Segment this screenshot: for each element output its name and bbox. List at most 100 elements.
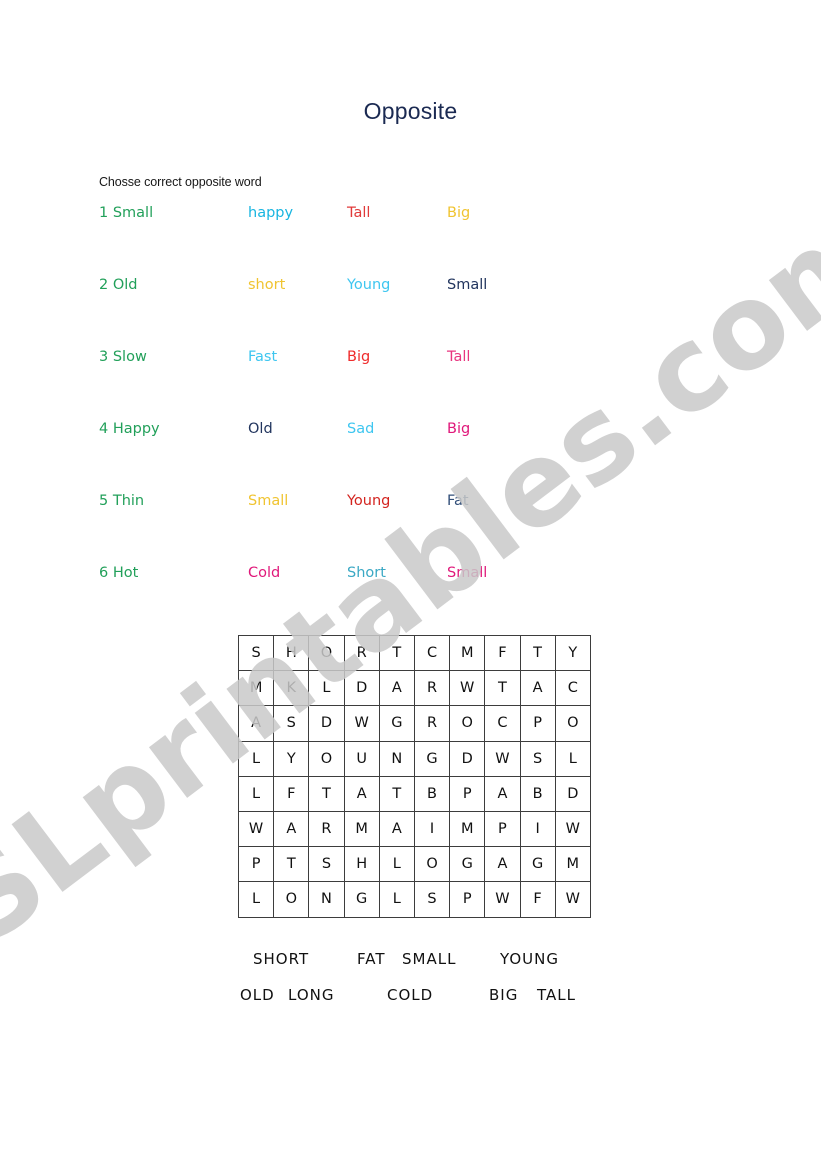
word-search-cell[interactable]: D xyxy=(308,705,345,742)
word-search-cell[interactable]: T xyxy=(378,634,415,672)
word-search-cell[interactable]: A xyxy=(378,810,415,848)
word-search-cell[interactable]: T xyxy=(308,775,345,812)
word-search-cell[interactable]: D xyxy=(554,775,591,812)
answer-option[interactable]: Fat xyxy=(447,493,469,509)
answer-option[interactable]: Cold xyxy=(248,565,280,581)
answer-option[interactable]: Sad xyxy=(347,421,374,437)
answer-option[interactable]: Tall xyxy=(347,205,370,221)
word-search-cell[interactable]: R xyxy=(308,810,345,848)
word-search-cell[interactable]: O xyxy=(308,740,345,777)
word-search-cell[interactable]: M xyxy=(343,810,380,848)
word-search-cell[interactable]: I xyxy=(413,810,451,848)
word-search-cell[interactable]: G xyxy=(519,846,556,883)
answer-option[interactable]: Fast xyxy=(248,349,277,365)
word-search-cell[interactable]: C xyxy=(484,705,521,742)
answer-option[interactable]: Small xyxy=(447,565,487,581)
answer-option[interactable]: short xyxy=(248,277,285,293)
answer-option[interactable]: Tall xyxy=(447,349,470,365)
word-search-cell[interactable]: A xyxy=(237,705,275,742)
word-search-cell[interactable]: T xyxy=(484,670,521,707)
word-search-cell[interactable]: N xyxy=(308,881,345,918)
word-search-cell[interactable]: P xyxy=(449,775,486,812)
word-search-cell[interactable]: B xyxy=(519,775,556,812)
word-search-cell[interactable]: L xyxy=(554,740,591,777)
word-search-cell[interactable]: C xyxy=(554,670,591,707)
word-search-cell[interactable]: G xyxy=(413,740,451,777)
word-search-cell[interactable]: W xyxy=(554,810,591,848)
word-search-cell[interactable]: D xyxy=(449,740,486,777)
word-search-cell[interactable]: M xyxy=(554,846,591,883)
word-search-cell[interactable]: B xyxy=(413,775,451,812)
word-search-cell[interactable]: K xyxy=(273,670,310,707)
answer-option[interactable]: Small xyxy=(248,493,288,509)
word-search-cell[interactable]: R xyxy=(343,634,380,672)
word-search-cell[interactable]: A xyxy=(343,775,380,812)
word-search-cell[interactable]: G xyxy=(449,846,486,883)
word-search-cell[interactable]: W xyxy=(484,740,521,777)
word-search-cell[interactable]: O xyxy=(413,846,451,883)
word-search-cell[interactable]: A xyxy=(484,846,521,883)
word-search-cell[interactable]: T xyxy=(273,846,310,883)
word-search-cell[interactable]: P xyxy=(449,881,486,918)
answer-option[interactable]: Small xyxy=(447,277,487,293)
word-search-cell[interactable]: C xyxy=(413,634,451,672)
word-search-row: ASDWGROCPO xyxy=(237,705,591,742)
word-search-cell[interactable]: A xyxy=(519,670,556,707)
word-search-cell[interactable]: S xyxy=(273,705,310,742)
word-search-cell[interactable]: G xyxy=(343,881,380,918)
word-search-cell[interactable]: L xyxy=(237,881,275,918)
answer-option[interactable]: happy xyxy=(248,205,293,221)
word-search-cell[interactable]: O xyxy=(554,705,591,742)
word-search-cell[interactable]: G xyxy=(378,705,415,742)
word-search-cell[interactable]: M xyxy=(237,670,275,707)
word-search-cell[interactable]: P xyxy=(484,810,521,848)
word-search-cell[interactable]: L xyxy=(237,740,275,777)
word-search-cell[interactable]: D xyxy=(343,670,380,707)
answer-option[interactable]: Young xyxy=(347,493,390,509)
word-search-cell[interactable]: L xyxy=(378,846,415,883)
word-search-cell[interactable]: F xyxy=(519,881,556,918)
answer-option[interactable]: Short xyxy=(347,565,386,581)
word-search-cell[interactable]: S xyxy=(237,634,275,672)
answer-option[interactable]: Big xyxy=(447,205,470,221)
word-search-cell[interactable]: R xyxy=(413,705,451,742)
word-search-cell[interactable]: A xyxy=(273,810,310,848)
word-search-cell[interactable]: L xyxy=(308,670,345,707)
word-search-cell[interactable]: S xyxy=(413,881,451,918)
answer-option[interactable]: Big xyxy=(447,421,470,437)
word-search-cell[interactable]: A xyxy=(484,775,521,812)
word-search-cell[interactable]: M xyxy=(449,634,486,672)
word-search-cell[interactable]: A xyxy=(378,670,415,707)
word-bank-word: LONG xyxy=(288,986,335,1004)
word-search-cell[interactable]: I xyxy=(519,810,556,848)
word-search-cell[interactable]: H xyxy=(273,634,310,672)
word-search-cell[interactable]: H xyxy=(343,846,380,883)
word-search-cell[interactable]: M xyxy=(449,810,486,848)
word-search-cell[interactable]: W xyxy=(484,881,521,918)
word-search-cell[interactable]: W xyxy=(449,670,486,707)
word-search-cell[interactable]: W xyxy=(237,810,275,848)
word-search-cell[interactable]: W xyxy=(343,705,380,742)
word-search-cell[interactable]: N xyxy=(378,740,415,777)
word-search-cell[interactable]: W xyxy=(554,881,591,918)
word-search-cell[interactable]: T xyxy=(378,775,415,812)
word-search-cell[interactable]: Y xyxy=(273,740,310,777)
word-search-cell[interactable]: L xyxy=(378,881,415,918)
answer-option[interactable]: Young xyxy=(347,277,390,293)
word-search-cell[interactable]: F xyxy=(484,634,521,672)
answer-option[interactable]: Old xyxy=(248,421,273,437)
word-search-cell[interactable]: O xyxy=(449,705,486,742)
word-search-cell[interactable]: U xyxy=(343,740,380,777)
word-search-cell[interactable]: T xyxy=(519,634,556,672)
answer-option[interactable]: Big xyxy=(347,349,370,365)
word-search-cell[interactable]: L xyxy=(237,775,275,812)
word-search-cell[interactable]: F xyxy=(273,775,310,812)
word-search-cell[interactable]: Y xyxy=(554,634,591,672)
word-search-cell[interactable]: R xyxy=(413,670,451,707)
word-search-cell[interactable]: S xyxy=(308,846,345,883)
word-search-cell[interactable]: S xyxy=(519,740,556,777)
word-search-cell[interactable]: O xyxy=(308,634,345,672)
word-search-cell[interactable]: P xyxy=(237,846,275,883)
word-search-cell[interactable]: O xyxy=(273,881,310,918)
word-search-cell[interactable]: P xyxy=(519,705,556,742)
